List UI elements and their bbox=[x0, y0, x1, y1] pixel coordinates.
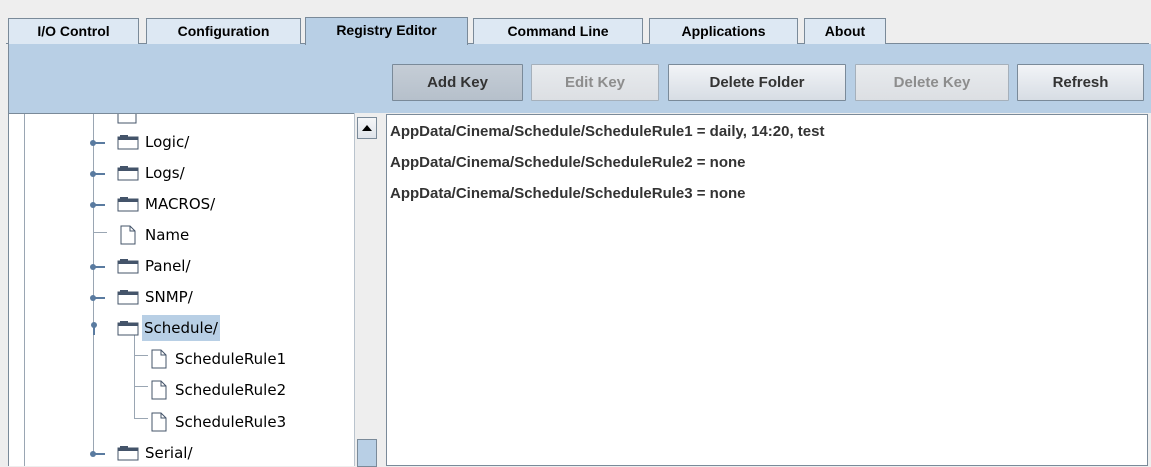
tree-item-label: Logic/ bbox=[145, 133, 190, 151]
tab-command-line[interactable]: Command Line bbox=[473, 18, 643, 44]
add-key-label: Add Key bbox=[427, 74, 488, 91]
tab-label: About bbox=[824, 23, 866, 39]
tree-item-label: Name bbox=[145, 226, 190, 244]
expanded-knob-icon bbox=[91, 322, 97, 335]
collapsed-knob-icon bbox=[90, 451, 105, 457]
tab-label: I/O Control bbox=[37, 23, 110, 39]
scroll-up-button[interactable] bbox=[357, 117, 377, 139]
tree-item-label: MACROS/ bbox=[145, 195, 216, 213]
tree-scrollbar[interactable] bbox=[354, 113, 380, 467]
tree-item-schedulerule1[interactable]: ScheduleRule1 bbox=[126, 346, 351, 372]
tree-item-label: ScheduleRule1 bbox=[175, 350, 287, 368]
tab-applications[interactable]: Applications bbox=[649, 18, 798, 44]
collapsed-knob-icon bbox=[90, 140, 105, 146]
tab-label: Applications bbox=[681, 23, 766, 39]
tree-item-label: Serial/ bbox=[145, 444, 193, 462]
tree-item-schedule[interactable]: Schedule/ bbox=[85, 315, 345, 341]
collapsed-knob-icon bbox=[90, 295, 105, 301]
folder-icon bbox=[117, 166, 139, 181]
tab-registry-editor[interactable]: Registry Editor bbox=[305, 17, 468, 45]
folder-icon bbox=[117, 135, 139, 150]
add-key-button[interactable]: Add Key bbox=[392, 64, 523, 101]
tree-item-macros[interactable]: MACROS/ bbox=[85, 191, 345, 217]
folder-icon bbox=[117, 446, 139, 461]
tab-strip: I/O Control Configuration Registry Edito… bbox=[0, 0, 1151, 45]
tree-item-label: SNMP/ bbox=[145, 288, 193, 306]
tab-io-control[interactable]: I/O Control bbox=[8, 18, 139, 44]
tree-row-partial bbox=[115, 114, 255, 124]
file-icon bbox=[120, 225, 136, 245]
refresh-label: Refresh bbox=[1052, 74, 1109, 91]
tree-item-snmp[interactable]: SNMP/ bbox=[85, 284, 345, 310]
tab-label: Registry Editor bbox=[336, 22, 437, 38]
tree-item-logs[interactable]: Logs/ bbox=[85, 160, 345, 186]
tree-item-serial[interactable]: Serial/ bbox=[85, 440, 345, 466]
collapsed-knob-icon bbox=[90, 202, 105, 208]
value-line: AppData/Cinema/Schedule/ScheduleRule2 = … bbox=[390, 154, 746, 171]
tab-configuration[interactable]: Configuration bbox=[146, 18, 301, 44]
values-panel[interactable]: AppData/Cinema/Schedule/ScheduleRule1 = … bbox=[386, 114, 1148, 466]
edit-key-label: Edit Key bbox=[564, 74, 625, 91]
tree-item-name[interactable]: Name bbox=[85, 222, 345, 248]
registry-tree[interactable]: Logic/ Logs/ MACROS/ Name Panel/ SNMP/ S… bbox=[8, 113, 380, 466]
value-line: AppData/Cinema/Schedule/ScheduleRule1 = … bbox=[390, 123, 825, 140]
tab-label: Command Line bbox=[507, 23, 609, 39]
tree-item-logic[interactable]: Logic/ bbox=[85, 129, 345, 155]
refresh-button[interactable]: Refresh bbox=[1017, 64, 1144, 101]
tree-item-label: Logs/ bbox=[145, 164, 185, 182]
folder-icon bbox=[117, 259, 139, 274]
tree-item-panel[interactable]: Panel/ bbox=[85, 253, 345, 279]
delete-folder-button[interactable]: Delete Folder bbox=[668, 64, 846, 101]
tab-about[interactable]: About bbox=[804, 18, 886, 44]
delete-folder-label: Delete Folder bbox=[709, 74, 805, 91]
folder-icon bbox=[117, 290, 139, 305]
tree-item-schedulerule3[interactable]: ScheduleRule3 bbox=[126, 409, 351, 435]
arrow-up-icon bbox=[362, 125, 372, 131]
file-icon bbox=[151, 380, 167, 400]
folder-icon bbox=[117, 197, 139, 212]
tree-line bbox=[24, 114, 25, 466]
folder-open-icon bbox=[117, 321, 139, 336]
tab-label: Configuration bbox=[177, 23, 270, 39]
tree-item-label: ScheduleRule2 bbox=[175, 381, 287, 399]
collapsed-knob-icon bbox=[90, 264, 105, 270]
collapsed-knob-icon bbox=[90, 171, 105, 177]
toolbar: Add Key Edit Key Delete Folder Delete Ke… bbox=[8, 44, 1151, 113]
file-icon bbox=[151, 412, 167, 432]
delete-key-label: Delete Key bbox=[893, 74, 971, 91]
value-line: AppData/Cinema/Schedule/ScheduleRule3 = … bbox=[390, 185, 746, 202]
tree-item-schedulerule2[interactable]: ScheduleRule2 bbox=[126, 377, 351, 403]
tree-item-label: ScheduleRule3 bbox=[175, 413, 287, 431]
edit-key-button[interactable]: Edit Key bbox=[531, 64, 659, 101]
delete-key-button[interactable]: Delete Key bbox=[855, 64, 1009, 101]
scroll-thumb[interactable] bbox=[357, 439, 377, 467]
tree-item-label: Panel/ bbox=[145, 257, 191, 275]
file-icon bbox=[151, 349, 167, 369]
folder-icon bbox=[117, 114, 137, 124]
tree-item-label: Schedule/ bbox=[142, 315, 220, 341]
